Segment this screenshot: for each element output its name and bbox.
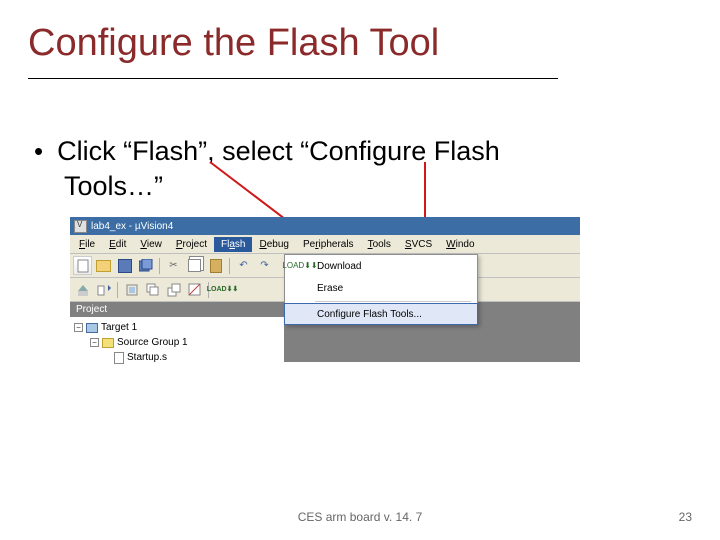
flash-download-label: Download: [317, 261, 362, 272]
footer-center: CES arm board v. 14. 7: [298, 510, 423, 524]
load-icon-label: LOAD: [207, 286, 227, 293]
file-label: Startup.s: [127, 352, 167, 363]
window-title: lab4_ex - µVision4: [91, 221, 173, 232]
paste-button[interactable]: [206, 256, 225, 275]
undo-button[interactable]: ↶: [234, 256, 253, 275]
menu-peripherals[interactable]: Peripherals: [296, 237, 361, 252]
tree-group-row[interactable]: − Source Group 1: [74, 335, 280, 350]
load-button[interactable]: LOAD⬇⬇: [213, 280, 232, 299]
save-all-button[interactable]: [136, 256, 155, 275]
menu-flash[interactable]: Flash: [214, 237, 252, 252]
menu-edit[interactable]: Edit: [102, 237, 133, 252]
project-tree: − Target 1 − Source Group 1 Startup.s: [70, 317, 284, 368]
menu-project[interactable]: Project: [169, 237, 214, 252]
download-icon: LOAD⬇⬇: [289, 262, 311, 270]
screenshot: lab4_ex - µVision4 File Edit View Projec…: [70, 217, 580, 368]
stop-build-button[interactable]: [185, 280, 204, 299]
toolbar-separator: [159, 258, 160, 274]
batch-build-button[interactable]: [143, 280, 162, 299]
target-icon: [86, 323, 98, 333]
toolbar-separator: [229, 258, 230, 274]
tree-target-row[interactable]: − Target 1: [74, 320, 280, 335]
redo-button[interactable]: ↷: [255, 256, 274, 275]
folder-icon: [102, 338, 114, 348]
open-button[interactable]: [94, 256, 113, 275]
menu-view[interactable]: View: [133, 237, 169, 252]
app-icon: [74, 220, 87, 233]
menu-debug[interactable]: Debug: [252, 237, 295, 252]
menu-window[interactable]: Windo: [439, 237, 481, 252]
build-button[interactable]: [73, 280, 92, 299]
build-target-button[interactable]: [122, 280, 141, 299]
slide-title: Configure the Flash Tool: [28, 22, 439, 65]
group-label: Source Group 1: [117, 337, 188, 348]
rebuild-button[interactable]: [94, 280, 113, 299]
target-label: Target 1: [101, 322, 137, 333]
toolbar-separator: [117, 282, 118, 298]
dropdown-separator: [315, 301, 471, 302]
bullet-text-line2: Tools…”: [64, 169, 163, 203]
page-number: 23: [679, 510, 692, 524]
flash-erase-label: Erase: [317, 283, 343, 294]
save-button[interactable]: [115, 256, 134, 275]
tree-file-row[interactable]: Startup.s: [74, 350, 280, 365]
flash-erase-item[interactable]: Erase: [285, 277, 477, 299]
flash-dropdown: LOAD⬇⬇ Download Erase Configure Flash To…: [284, 254, 478, 325]
window-titlebar: lab4_ex - µVision4: [70, 217, 580, 235]
menu-bar: File Edit View Project Flash Debug Perip…: [70, 235, 580, 254]
flash-download-item[interactable]: LOAD⬇⬇ Download: [285, 255, 477, 277]
project-panel: Project − Target 1 − Source Group 1 S: [70, 302, 284, 368]
file-icon: [114, 352, 124, 364]
copy-button[interactable]: [185, 256, 204, 275]
tree-toggle-icon[interactable]: −: [90, 338, 99, 347]
bullet-text-line2-row: Tools…”: [64, 169, 163, 203]
flash-configure-item[interactable]: Configure Flash Tools...: [284, 303, 478, 325]
menu-tools[interactable]: Tools: [361, 237, 398, 252]
cut-button[interactable]: ✂: [164, 256, 183, 275]
menu-svcs[interactable]: SVCS: [398, 237, 439, 252]
tree-toggle-icon[interactable]: −: [74, 323, 83, 332]
new-button[interactable]: [73, 256, 92, 275]
bullet-marker: •: [34, 134, 43, 168]
menu-file[interactable]: File: [72, 237, 102, 252]
flash-configure-label: Configure Flash Tools...: [317, 309, 422, 320]
title-underline: [28, 78, 558, 79]
project-panel-header: Project: [70, 302, 284, 317]
translate-button[interactable]: [164, 280, 183, 299]
